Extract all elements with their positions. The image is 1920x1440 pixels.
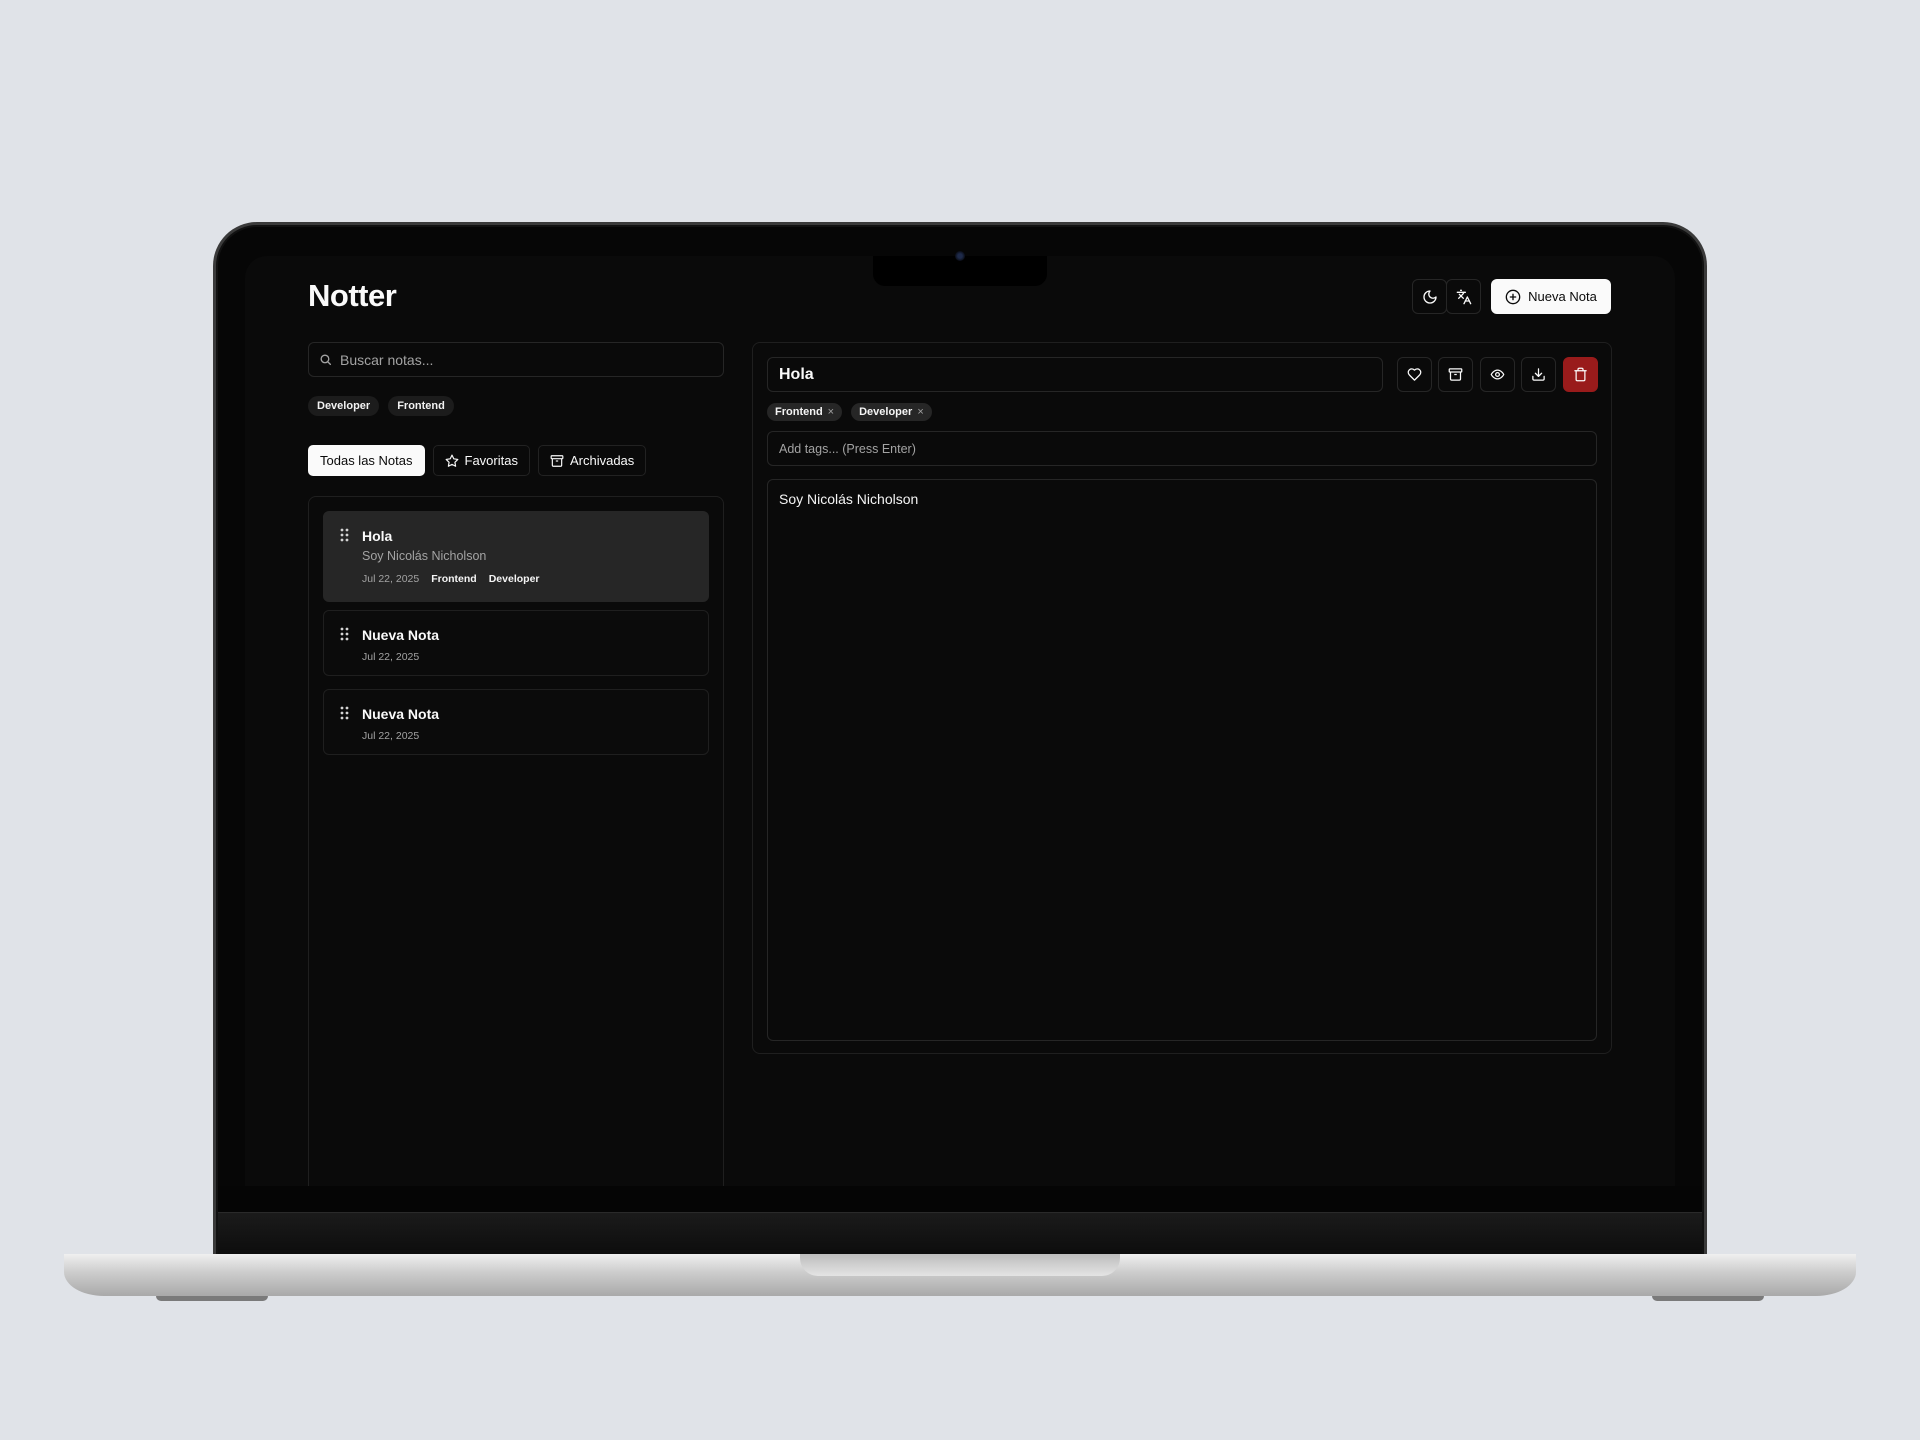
note-date: Jul 22, 2025 bbox=[362, 730, 420, 742]
search-icon bbox=[320, 354, 332, 366]
new-note-label: Nueva Nota bbox=[1528, 289, 1597, 304]
camera-icon bbox=[955, 251, 965, 261]
tab-archived[interactable]: Archivadas bbox=[537, 445, 647, 476]
note-content-textarea[interactable]: Soy Nicolás Nicholson bbox=[767, 479, 1597, 1041]
drag-handle-icon[interactable] bbox=[340, 627, 349, 641]
tab-all-notes[interactable]: Todas las Notas bbox=[308, 445, 425, 476]
note-tag: Developer bbox=[488, 573, 540, 585]
note-snippet: Soy Nicolás Nicholson bbox=[362, 549, 487, 563]
tab-archived-label: Archivadas bbox=[569, 453, 635, 468]
archive-icon bbox=[550, 454, 564, 467]
note-date: Jul 22, 2025 bbox=[362, 573, 420, 585]
trash-icon bbox=[1574, 367, 1587, 382]
note-title: Nueva Nota bbox=[362, 627, 440, 643]
language-toggle-button[interactable] bbox=[1446, 279, 1481, 314]
app-title: Notter bbox=[308, 278, 397, 313]
remove-tag-icon[interactable]: × bbox=[828, 406, 834, 418]
tab-favorites-label: Favoritas bbox=[464, 453, 518, 468]
note-meta: Jul 22, 2025 Frontend Developer bbox=[362, 573, 540, 585]
editor-tag-list: Frontend × Developer × bbox=[767, 403, 932, 421]
note-filter-tabs: Todas las Notas Favoritas Archivadas bbox=[308, 445, 647, 476]
heart-icon bbox=[1407, 368, 1422, 381]
archive-icon bbox=[1448, 368, 1463, 381]
drag-handle-icon[interactable] bbox=[340, 706, 349, 720]
note-list-panel: Hola Soy Nicolás Nicholson Jul 22, 2025 … bbox=[308, 496, 724, 1186]
note-list-item[interactable]: Hola Soy Nicolás Nicholson Jul 22, 2025 … bbox=[323, 511, 709, 602]
tags-input[interactable]: Add tags... (Press Enter) bbox=[767, 431, 1597, 466]
note-meta: Jul 22, 2025 bbox=[362, 651, 419, 663]
tab-favorites[interactable]: Favoritas bbox=[432, 445, 530, 476]
archive-button[interactable] bbox=[1438, 357, 1473, 392]
tag-filter-frontend[interactable]: Frontend bbox=[388, 396, 454, 416]
tab-all-notes-label: Todas las Notas bbox=[320, 453, 413, 468]
remove-tag-icon[interactable]: × bbox=[917, 406, 923, 418]
tag-filter-list: Developer Frontend bbox=[308, 396, 454, 416]
star-icon bbox=[445, 454, 458, 467]
editor-tag-label: Developer bbox=[859, 406, 913, 418]
editor-tag-label: Frontend bbox=[775, 406, 823, 418]
preview-button[interactable] bbox=[1480, 357, 1515, 392]
note-list-item[interactable]: Nueva Nota Jul 22, 2025 bbox=[323, 689, 709, 755]
delete-button[interactable] bbox=[1563, 357, 1598, 392]
laptop-hinge bbox=[218, 1212, 1702, 1254]
note-editor: Hola Frontend × Developer × Add tags... … bbox=[752, 342, 1612, 1054]
laptop-base-notch bbox=[800, 1254, 1120, 1276]
editor-tag: Developer × bbox=[851, 403, 932, 421]
download-button[interactable] bbox=[1521, 357, 1556, 392]
search-placeholder: Buscar notas... bbox=[340, 351, 434, 368]
tag-filter-developer[interactable]: Developer bbox=[308, 396, 380, 416]
moon-icon bbox=[1422, 289, 1437, 304]
drag-handle-icon[interactable] bbox=[340, 528, 349, 542]
theme-toggle-button[interactable] bbox=[1412, 279, 1447, 314]
note-list-item[interactable]: Nueva Nota Jul 22, 2025 bbox=[323, 610, 709, 676]
plus-circle-icon bbox=[1505, 289, 1521, 304]
new-note-button[interactable]: Nueva Nota bbox=[1491, 279, 1611, 314]
search-input[interactable]: Buscar notas... bbox=[308, 342, 724, 377]
note-title: Nueva Nota bbox=[362, 706, 440, 722]
laptop-foot bbox=[1652, 1296, 1764, 1301]
editor-tag: Frontend × bbox=[767, 403, 843, 421]
note-meta: Jul 22, 2025 bbox=[362, 730, 419, 742]
laptop-screen: Notter Nueva Nota Buscar notas... Develo… bbox=[245, 256, 1675, 1186]
eye-icon bbox=[1490, 369, 1505, 380]
laptop-foot bbox=[156, 1296, 268, 1301]
note-tag: Frontend bbox=[431, 573, 477, 585]
note-title-input[interactable]: Hola bbox=[767, 357, 1383, 392]
download-icon bbox=[1532, 368, 1545, 381]
screen-bezel-bottom bbox=[218, 1186, 1702, 1212]
note-title: Hola bbox=[362, 528, 393, 544]
note-date: Jul 22, 2025 bbox=[362, 651, 420, 663]
favorite-button[interactable] bbox=[1397, 357, 1432, 392]
translate-icon bbox=[1456, 289, 1471, 304]
notter-app: Notter Nueva Nota Buscar notas... Develo… bbox=[245, 256, 1675, 1186]
